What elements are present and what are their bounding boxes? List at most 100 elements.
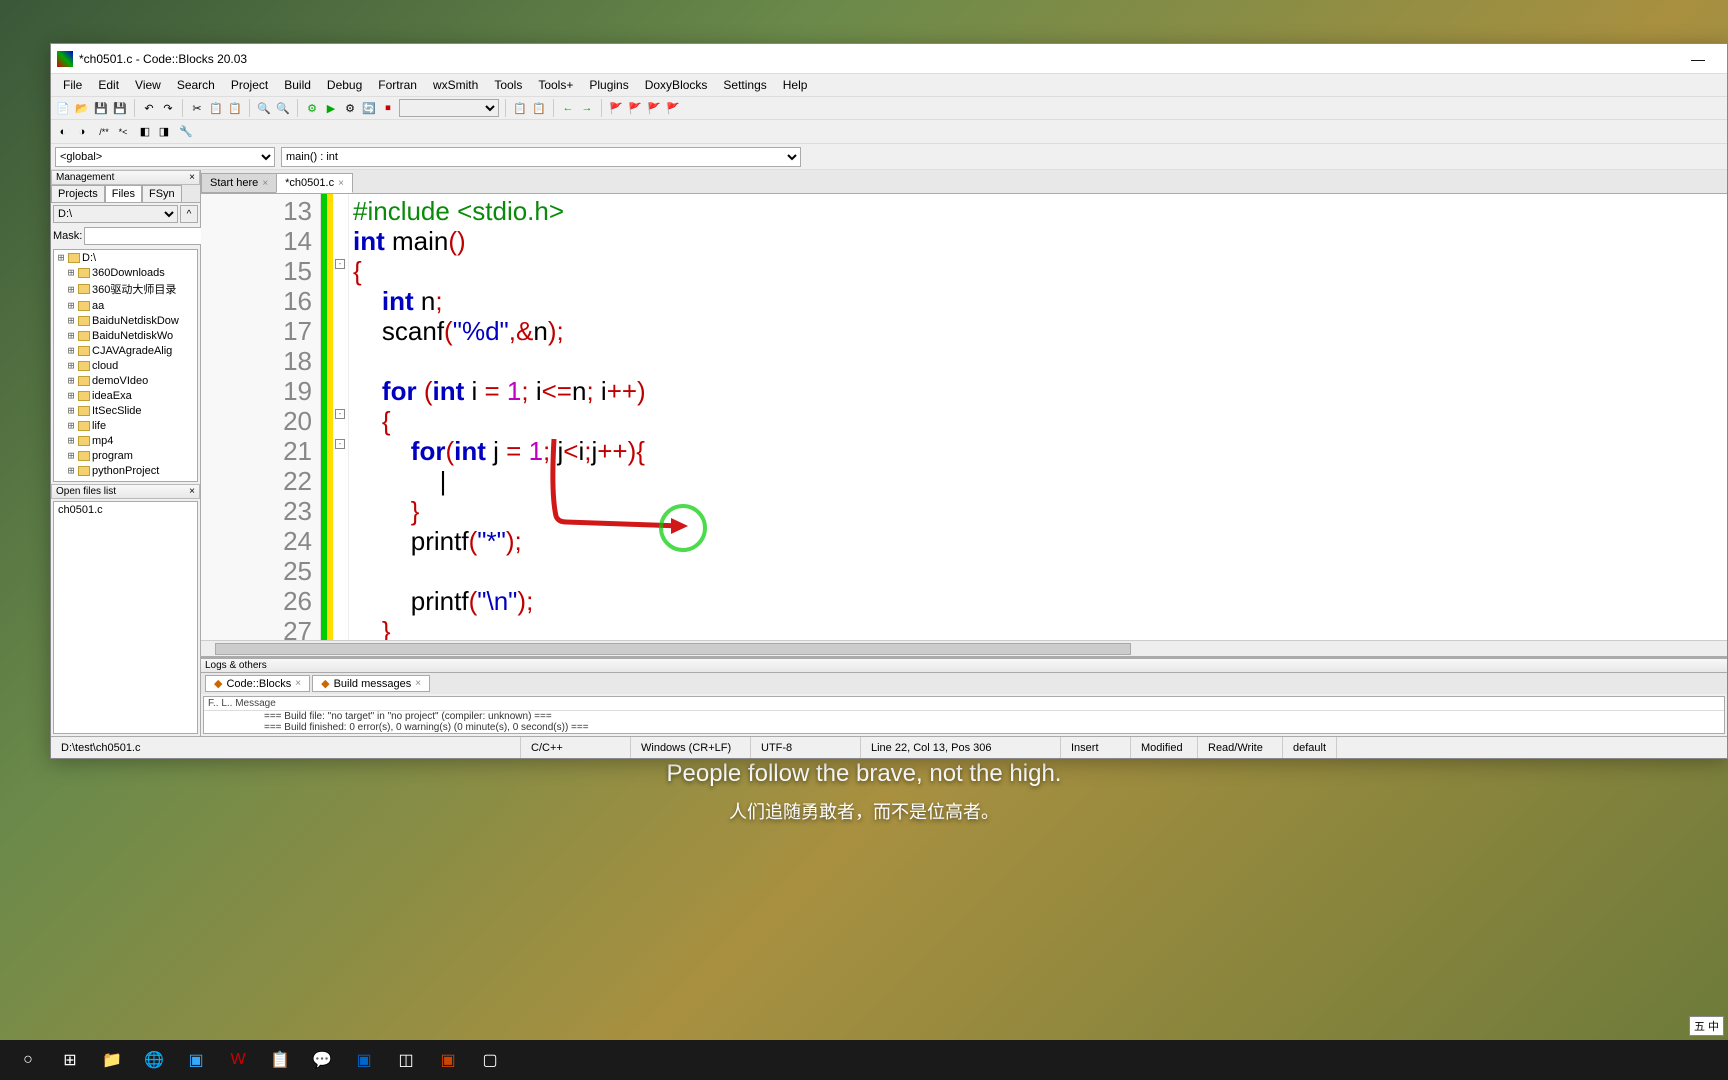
up-dir-button[interactable]: ^	[180, 205, 198, 223]
titlebar[interactable]: *ch0501.c - Code::Blocks 20.03 —	[51, 44, 1727, 74]
open-files-list[interactable]: ch0501.c	[53, 501, 198, 734]
tree-item[interactable]: ⊞aa	[54, 298, 197, 313]
rebuild-icon[interactable]: 🔄	[361, 100, 377, 116]
menu-doxyblocks[interactable]: DoxyBlocks	[637, 76, 716, 94]
open-file-item[interactable]: ch0501.c	[54, 502, 197, 518]
find-icon[interactable]: 🔍	[256, 100, 272, 116]
menu-build[interactable]: Build	[276, 76, 319, 94]
fold-box-icon[interactable]: -	[335, 259, 345, 269]
tree-item[interactable]: ⊞program	[54, 448, 197, 463]
tree-item[interactable]: ⊞BaiduNetdiskDow	[54, 313, 197, 328]
h-scrollbar[interactable]	[201, 640, 1727, 656]
doxy2-icon[interactable]: ◑	[74, 124, 90, 140]
doxy4-icon[interactable]: ◨	[156, 124, 172, 140]
code-editor[interactable]: 131415161718192021222324252627 - - - #in…	[201, 194, 1727, 640]
app-icon[interactable]: ▣	[344, 1040, 384, 1080]
wps-icon[interactable]: W	[218, 1040, 258, 1080]
tree-item[interactable]: ⊞ideaExa	[54, 388, 197, 403]
editor-tab[interactable]: Start here×	[201, 173, 277, 193]
doxy1-icon[interactable]: ◐	[55, 124, 71, 140]
bookmark1-icon[interactable]: 🚩	[608, 100, 624, 116]
bookmark3-icon[interactable]: 🚩	[646, 100, 662, 116]
bookmark4-icon[interactable]: 🚩	[665, 100, 681, 116]
comment-block-icon[interactable]: /**	[96, 124, 112, 140]
build-run-icon[interactable]: ⚙	[342, 100, 358, 116]
undo-icon[interactable]: ↶	[141, 100, 157, 116]
open-files-close-icon[interactable]: ×	[189, 486, 195, 497]
cut-icon[interactable]: ✂	[189, 100, 205, 116]
copy-icon[interactable]: 📋	[208, 100, 224, 116]
open-file-icon[interactable]: 📂	[74, 100, 90, 116]
app-icon[interactable]: ▣	[176, 1040, 216, 1080]
tree-item[interactable]: ⊞pythonProject	[54, 463, 197, 478]
replace-icon[interactable]: 🔍	[275, 100, 291, 116]
chrome-icon[interactable]: 🌐	[134, 1040, 174, 1080]
fold-box-icon[interactable]: -	[335, 409, 345, 419]
management-close-icon[interactable]: ×	[189, 172, 195, 183]
log-tab[interactable]: ◆Build messages×	[312, 675, 430, 692]
menu-file[interactable]: File	[55, 76, 90, 94]
nav-back-icon[interactable]: ←	[560, 100, 576, 116]
tree-item[interactable]: ⊞demoVIdeo	[54, 373, 197, 388]
mgmt-tab-fsyn[interactable]: FSyn	[142, 185, 182, 202]
minimize-button[interactable]: —	[1675, 45, 1721, 73]
menu-tools+[interactable]: Tools+	[530, 76, 581, 94]
tree-item[interactable]: ⊞D:\	[54, 250, 197, 265]
run-icon[interactable]: ▶	[323, 100, 339, 116]
fold-column[interactable]: - - -	[333, 194, 349, 640]
menu-debug[interactable]: Debug	[319, 76, 370, 94]
scope-left-select[interactable]: <global>	[55, 147, 275, 167]
app-icon[interactable]: 📋	[260, 1040, 300, 1080]
save-all-icon[interactable]: 💾	[112, 100, 128, 116]
bookmark2-icon[interactable]: 🚩	[627, 100, 643, 116]
menu-project[interactable]: Project	[223, 76, 276, 94]
menu-settings[interactable]: Settings	[715, 76, 774, 94]
tree-item[interactable]: ⊞360驱动大师目录	[54, 280, 197, 298]
tree-item[interactable]: ⊞ItSecSlide	[54, 403, 197, 418]
mgmt-tab-projects[interactable]: Projects	[51, 185, 105, 202]
menu-wxsmith[interactable]: wxSmith	[425, 76, 486, 94]
redo-icon[interactable]: ↷	[160, 100, 176, 116]
menu-tools[interactable]: Tools	[486, 76, 530, 94]
tree-item[interactable]: ⊞cloud	[54, 358, 197, 373]
file-tree[interactable]: ⊞D:\⊞360Downloads⊞360驱动大师目录⊞aa⊞BaiduNetd…	[53, 249, 198, 482]
wrench-icon[interactable]: 🔧	[178, 124, 194, 140]
build-target-select[interactable]	[399, 99, 499, 117]
abort-icon[interactable]: ⏹	[380, 100, 396, 116]
log-tab[interactable]: ◆Code::Blocks×	[205, 675, 310, 692]
logs-body[interactable]: F.. L.. Message === Build file: "no targ…	[203, 696, 1725, 734]
app-icon[interactable]: 💬	[302, 1040, 342, 1080]
codeblocks-taskbar-icon[interactable]: ◫	[386, 1040, 426, 1080]
file-explorer-icon[interactable]: 📁	[92, 1040, 132, 1080]
menu-fortran[interactable]: Fortran	[370, 76, 425, 94]
tree-item[interactable]: ⊞pythonProject1	[54, 478, 197, 482]
nav-fwd-icon[interactable]: →	[579, 100, 595, 116]
debug-icon[interactable]: 📋	[512, 100, 528, 116]
comment-line-icon[interactable]: *<	[115, 124, 131, 140]
close-tab-icon[interactable]: ×	[338, 178, 344, 189]
menu-plugins[interactable]: Plugins	[581, 76, 636, 94]
menu-help[interactable]: Help	[775, 76, 816, 94]
task-view-icon[interactable]: ⊞	[50, 1040, 90, 1080]
tree-item[interactable]: ⊞mp4	[54, 433, 197, 448]
close-tab-icon[interactable]: ×	[262, 178, 268, 189]
debug-icon2[interactable]: 📋	[531, 100, 547, 116]
paste-icon[interactable]: 📋	[227, 100, 243, 116]
editor-tab[interactable]: *ch0501.c×	[276, 173, 353, 193]
menu-edit[interactable]: Edit	[90, 76, 127, 94]
build-icon[interactable]: ⚙	[304, 100, 320, 116]
mgmt-tab-files[interactable]: Files	[105, 185, 142, 202]
menu-search[interactable]: Search	[169, 76, 223, 94]
save-icon[interactable]: 💾	[93, 100, 109, 116]
doxy3-icon[interactable]: ◧	[137, 124, 153, 140]
drive-select[interactable]: D:\	[53, 205, 178, 223]
taskbar[interactable]: ○ ⊞ 📁 🌐 ▣ W 📋 💬 ▣ ◫ ▣ ▢	[0, 1040, 1728, 1080]
scope-right-select[interactable]: main() : int	[281, 147, 801, 167]
fold-box-icon[interactable]: -	[335, 439, 345, 449]
tree-item[interactable]: ⊞360Downloads	[54, 265, 197, 280]
ime-indicator[interactable]: 五 中	[1689, 1016, 1724, 1036]
app-icon[interactable]: ▣	[428, 1040, 468, 1080]
tree-item[interactable]: ⊞BaiduNetdiskWo	[54, 328, 197, 343]
menu-view[interactable]: View	[127, 76, 169, 94]
tree-item[interactable]: ⊞CJAVAgradeAlig	[54, 343, 197, 358]
